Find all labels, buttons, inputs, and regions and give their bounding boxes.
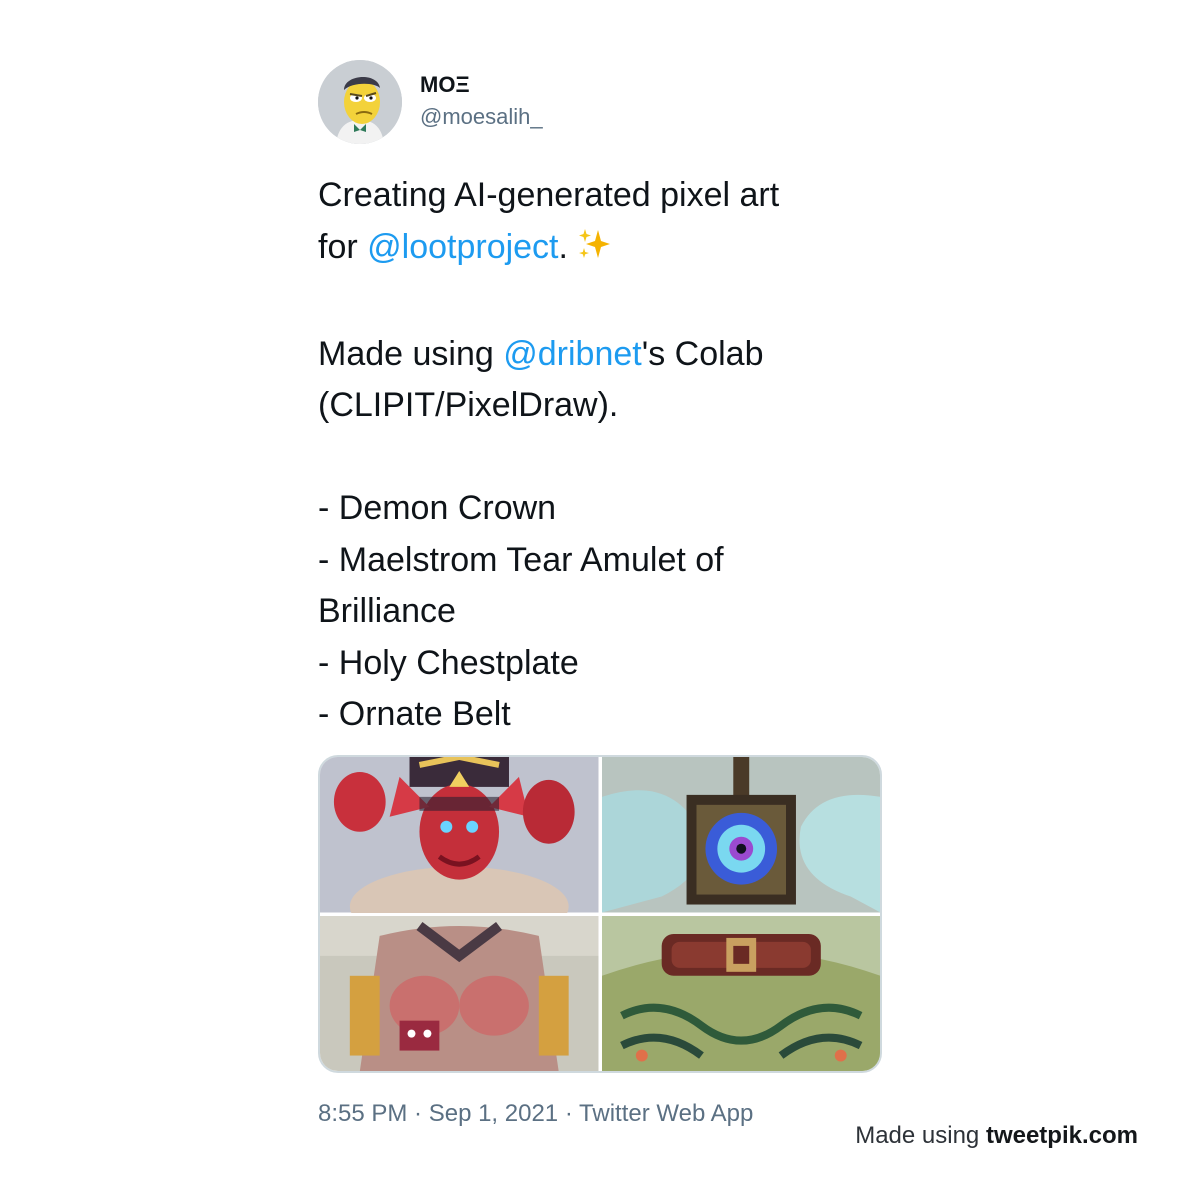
- demon-crown-image[interactable]: [320, 757, 599, 913]
- media-grid: [318, 755, 882, 1073]
- mention-link-dribnet[interactable]: @dribnet: [503, 335, 641, 373]
- tweetpik-credit: Made using tweetpik.com: [855, 1122, 1138, 1150]
- tweet-timestamp[interactable]: 8:55 PM · Sep 1, 2021 · Twitter Web App: [318, 1100, 753, 1128]
- display-name[interactable]: MOΞ: [420, 72, 470, 98]
- tweet-line-text: 's Colab: [641, 334, 764, 373]
- user-handle[interactable]: @moesalih_: [420, 104, 543, 130]
- tweet-line-text: (CLIPIT/PixelDraw).: [318, 386, 619, 424]
- mention-link-lootproject[interactable]: @lootproject: [367, 228, 558, 266]
- tweet-line: Made using @dribnet's Colab: [318, 329, 898, 381]
- tweet-line-text: Creating AI-generated pixel art: [318, 176, 780, 214]
- list-item: Brilliance: [318, 592, 456, 630]
- list-item: - Holy Chestplate: [318, 643, 579, 682]
- avatar[interactable]: [318, 60, 402, 144]
- belt-image[interactable]: [601, 915, 880, 1071]
- avatar-icon: [318, 60, 402, 144]
- tweet-line: for @lootproject.: [318, 222, 898, 278]
- list-item: - Demon Crown: [318, 489, 557, 527]
- list-item: - Maelstrom Tear Amulet of: [318, 540, 724, 579]
- chestplate-image[interactable]: [320, 915, 599, 1071]
- tweet-line-text: .: [558, 227, 568, 266]
- tweet-line-text: for: [318, 227, 368, 266]
- credit-brand: tweetpik.com: [985, 1122, 1138, 1149]
- tweet-line: (CLIPIT/PixelDraw).: [318, 380, 898, 432]
- list-item: - Ornate Belt: [318, 695, 511, 733]
- tweet-text: Creating AI-generated pixel art for @loo…: [318, 170, 898, 741]
- credit-prefix: Made using: [855, 1122, 986, 1149]
- sparkles-icon: [576, 226, 612, 278]
- tweet-line-text: Made using: [318, 334, 504, 373]
- tweet-line: Creating AI-generated pixel art: [318, 170, 898, 222]
- amulet-image[interactable]: [601, 757, 880, 913]
